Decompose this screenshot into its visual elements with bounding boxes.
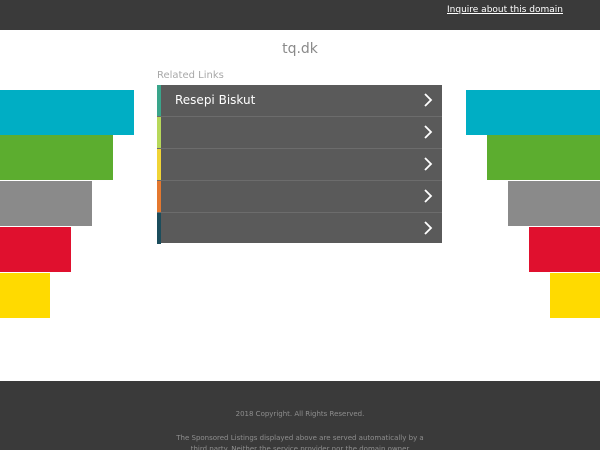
related-links-list: Resepi Biskut [157,85,442,244]
decor-bar-right-5 [550,273,600,318]
link-accent-stripe [157,213,161,244]
decor-bar-left-4 [0,227,71,272]
inquire-domain-link[interactable]: Inquire about this domain [447,5,563,15]
footer: 2018 Copyright. All Rights Reserved. The… [0,381,600,450]
chevron-right-icon [424,157,433,171]
related-link-3[interactable] [157,149,442,181]
decor-bar-right-4 [529,227,600,272]
footer-copyright: 2018 Copyright. All Rights Reserved. [235,410,365,418]
decor-bar-left-2 [0,135,113,180]
chevron-right-icon [424,125,433,139]
domain-title: tq.dk [282,41,318,57]
related-link-2[interactable] [157,117,442,149]
related-link-1[interactable]: Resepi Biskut [157,85,442,117]
decor-bar-right-3 [508,181,600,226]
related-link-4[interactable] [157,181,442,213]
related-link-label: Resepi Biskut [175,93,256,107]
decor-bar-right-2 [487,135,600,180]
chevron-right-icon [424,189,433,203]
link-accent-stripe [157,85,161,116]
footer-disclaimer: The Sponsored Listings displayed above a… [176,434,424,450]
related-link-5[interactable] [157,213,442,244]
decor-bar-left-5 [0,273,50,318]
link-accent-stripe [157,149,161,180]
link-accent-stripe [157,117,161,148]
chevron-right-icon [424,221,433,235]
top-bar: Inquire about this domain [0,0,600,30]
related-links-label: Related Links [157,70,224,81]
link-accent-stripe [157,181,161,212]
decor-bar-left-3 [0,181,92,226]
decor-bar-left-1 [0,90,134,135]
chevron-right-icon [424,93,433,107]
decor-bar-right-1 [466,90,600,135]
